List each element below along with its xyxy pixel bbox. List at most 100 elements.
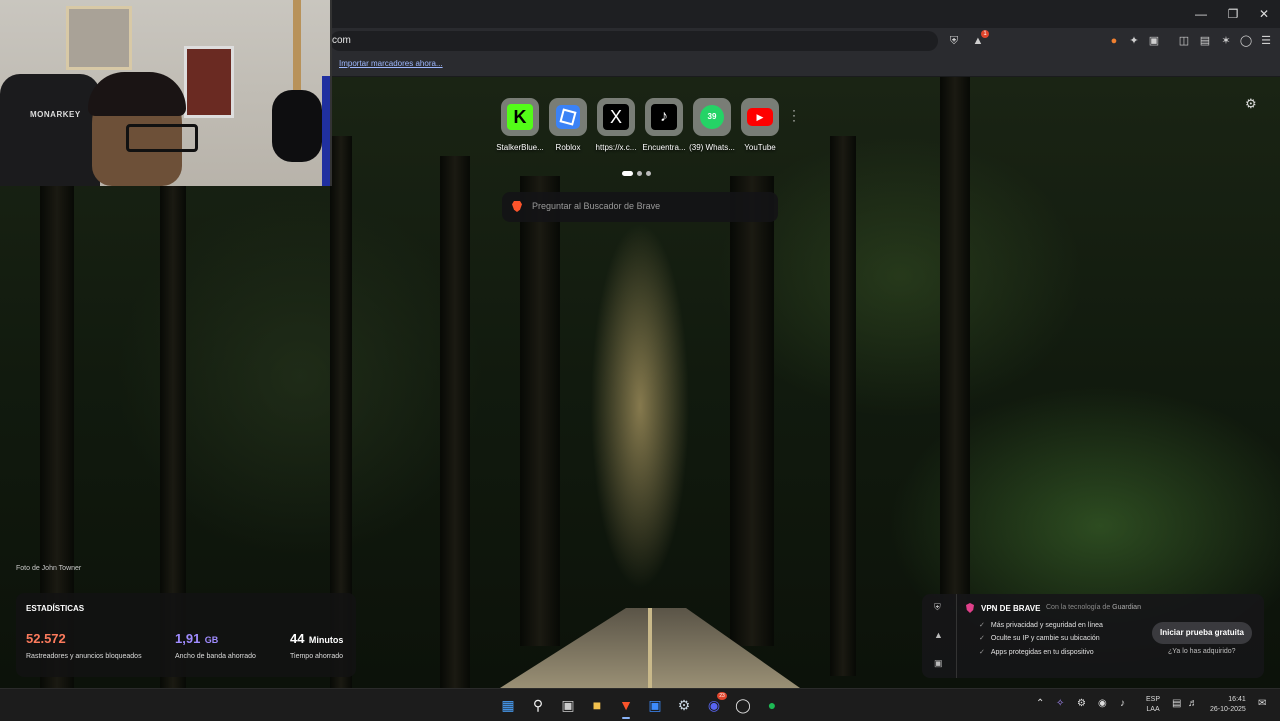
stats-widget: ESTADÍSTICAS 52.572 Rastreadores y anunc… [16,593,356,677]
minimize-icon[interactable]: — [1186,4,1216,24]
vpn-widget: ⛨ ▲ ▣ VPN DE BRAVE Con la tecnología de … [922,594,1264,678]
time-label: Tiempo ahorrado [290,653,344,660]
chevron-up-icon[interactable]: ⌃ [1036,698,1044,709]
led-strip [322,76,330,186]
roblox-icon [556,105,580,129]
already-purchased-link[interactable]: ¿Ya lo has adquirido? [1168,648,1236,655]
media-icon[interactable]: ▣ [1146,33,1162,49]
rewards-badge: 1 [981,30,989,38]
check-icon: ✓ [979,649,985,656]
notifications-icon[interactable]: ✉ [1258,698,1266,709]
guitar [272,90,322,162]
close-icon[interactable]: ✕ [1249,4,1279,24]
gear-icon[interactable]: ⚙ [1245,96,1257,112]
sidebar-icon[interactable]: ◫ [1176,33,1192,49]
discord-icon[interactable]: ◉ 23 [704,692,727,715]
discord-badge: 23 [717,692,727,700]
network-icon[interactable]: ▤ [1172,698,1181,709]
volume-icon[interactable]: ♬ [1188,698,1198,709]
topsite-whatsapp[interactable]: 39 (39) Whats... [689,98,735,154]
menu-icon[interactable]: ☰ [1258,33,1274,49]
extension-fire-icon[interactable]: ● [1106,33,1122,49]
tray-feather-icon[interactable]: ✧ [1056,698,1064,709]
vpn-feature: ✓ Oculte su IP y cambie su ubicación [979,634,1100,642]
language-code: ESP [1146,696,1161,703]
windows-start-icon[interactable]: ▦ [498,695,518,715]
vpn-feature: ✓ Apps protegidas en tu dispositivo [979,648,1094,656]
photos-icon[interactable]: ▣ [645,695,665,715]
feature-text: Apps protegidas en tu dispositivo [990,649,1094,656]
pager-dot[interactable] [637,171,642,176]
extensions-icon[interactable]: ✦ [1126,33,1142,49]
youtube-icon: ▶ [747,108,773,126]
glasses [126,124,198,152]
leo-ai-icon[interactable]: ✶ [1218,33,1234,49]
vpn-logo-icon [966,603,974,613]
pager-dot[interactable] [622,171,633,176]
topsite-kick[interactable]: K StalkerBlue... [496,98,544,154]
task-view-icon[interactable]: ▣ [558,695,578,715]
topsite-roblox[interactable]: Roblox [548,98,588,154]
import-bookmarks-link[interactable]: Importar marcadores ahora... [339,59,443,68]
check-icon: ✓ [979,622,985,629]
time-value: 44 [290,631,305,646]
search-icon[interactable]: ⚲ [528,695,548,715]
blocked-label: Rastreadores y anuncios bloqueados [26,653,142,660]
time-unit: Minutos [308,635,344,645]
steam-icon[interactable]: ⚙ [674,695,694,715]
topsite-tiktok[interactable]: ♪ Encuentra... [642,98,686,154]
card-icon[interactable]: ▣ [934,658,943,669]
microphone-icon[interactable]: ♪ [1120,698,1125,709]
wallet-icon[interactable]: ▤ [1197,33,1213,49]
feature-text: Más privacidad y seguridad en línea [990,622,1103,629]
stat-time: 44 Minutos Tiempo ahorrado [290,630,343,660]
brave-rewards-icon[interactable]: ▲ 1 [970,30,989,49]
webcam-overlay: MONARKEY [0,0,332,186]
date-text: 26-10-2025 [1210,706,1246,713]
warning-icon[interactable]: ▲ [934,630,943,640]
spotify-icon[interactable]: ● [762,695,782,715]
blocked-value: 52.572 [26,631,66,646]
vpn-powered-by: Con la tecnología de Guardian [1046,604,1141,611]
bandwidth-label: Ancho de banda ahorrado [175,653,256,660]
maximize-icon[interactable]: ❐ [1218,4,1248,24]
topsite-x[interactable]: X https://x.c... [596,98,636,154]
chair-logo: MONARKEY [30,110,81,119]
tray-discord-icon[interactable]: ◉ [1098,698,1107,709]
tiktok-icon: ♪ [651,104,677,130]
photo-credit[interactable]: Foto de John Towner [16,565,81,572]
whatsapp-icon: 39 [700,105,724,129]
topsites-pager [622,163,655,181]
vpn-feature: ✓ Más privacidad y seguridad en línea [979,621,1103,629]
time-text: 16:41 [1228,696,1246,703]
kick-icon: K [507,104,533,130]
wall-frame [66,6,132,70]
topsites-more-icon[interactable]: · · · [792,104,796,126]
shield-icon[interactable]: ⛨ [934,602,941,613]
x-icon: X [603,104,629,130]
topsite-youtube[interactable]: ▶ YouTube [740,98,780,154]
vpn-icon[interactable]: ◯ [1238,33,1254,49]
brave-logo-icon [512,201,522,212]
file-explorer-icon[interactable]: ■ [587,695,607,715]
topsite-label: YouTube [744,143,776,152]
obs-icon[interactable]: ◯ [733,695,753,715]
keyboard-layout: LAA [1146,706,1160,713]
headphones [88,72,186,116]
brave-browser-icon[interactable]: ▼ [616,695,636,719]
brave-shields-icon[interactable]: ⛨ [946,33,962,49]
bandwidth-value: 1,91 [175,631,201,646]
stat-blocked: 52.572 Rastreadores y anuncios bloqueado… [26,630,142,660]
guitar-neck [293,0,301,96]
clock[interactable]: 16:41 26-10-2025 [1210,695,1246,715]
vpn-title: VPN DE BRAVE [981,604,1041,613]
language-indicator[interactable]: ESP LAA [1146,695,1160,715]
start-trial-button[interactable]: Iniciar prueba gratuita [1152,622,1252,644]
taskbar: ▦ ⚲ ▣ ■ ▼ ▣ ⚙ ◉ 23 ◯ ● ⌃ ✧ ⚙ ◉ ♪ ESP LAA… [0,688,1280,721]
pager-dot[interactable] [646,171,651,176]
powered-by-text: Con la tecnología de [1046,604,1111,611]
check-icon: ✓ [979,635,985,642]
search-box[interactable]: Preguntar al Buscador de Brave [502,192,778,222]
address-input[interactable]: com [330,31,938,51]
tray-steam-icon[interactable]: ⚙ [1077,698,1086,709]
